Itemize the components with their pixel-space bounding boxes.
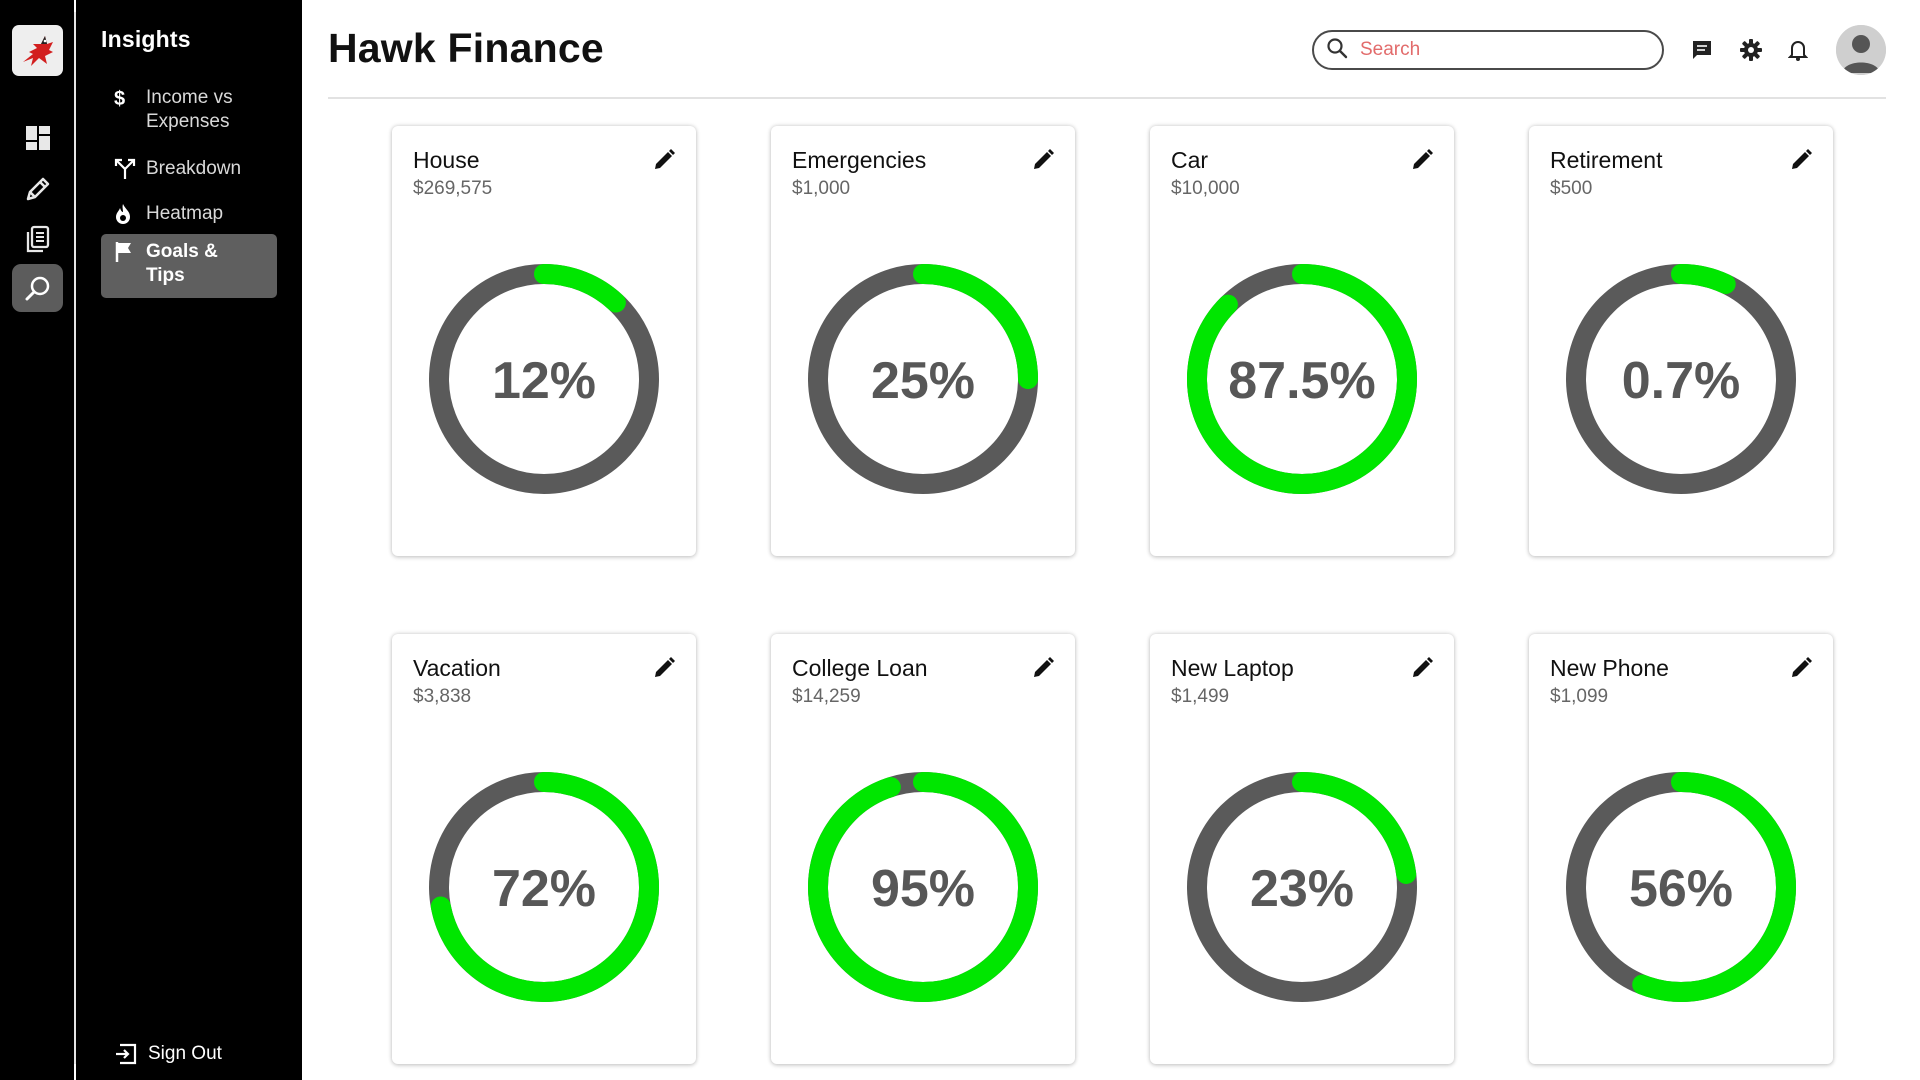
pencil-icon[interactable] bbox=[12, 165, 63, 213]
pencil-edit-icon bbox=[655, 149, 675, 169]
sidebar-item-heatmap[interactable]: Heatmap bbox=[101, 196, 277, 232]
documents-icon[interactable] bbox=[12, 215, 63, 263]
gear-icon[interactable] bbox=[1737, 36, 1765, 64]
pencil-edit-icon bbox=[1413, 657, 1433, 677]
sign-out-label: Sign Out bbox=[148, 1043, 222, 1064]
goal-percent: 95% bbox=[870, 860, 976, 918]
edit-goal-button[interactable] bbox=[1410, 148, 1434, 172]
pencil-edit-icon bbox=[1413, 149, 1433, 169]
goal-name: New Laptop bbox=[1171, 655, 1294, 681]
goal-card[interactable]: New Phone $1,099 56% bbox=[1529, 634, 1833, 1064]
search-bar[interactable] bbox=[1312, 30, 1664, 70]
sidebar-item-label: Income vs Expenses bbox=[146, 87, 233, 132]
pencil-edit-icon bbox=[1792, 657, 1812, 677]
edit-goal-button[interactable] bbox=[1031, 656, 1055, 680]
goal-percent: 0.7% bbox=[1621, 352, 1741, 410]
sidebar-item-label: Goals & Tips bbox=[146, 241, 218, 286]
goal-percent: 72% bbox=[491, 860, 597, 918]
page-title: Hawk Finance bbox=[328, 25, 604, 71]
goal-card[interactable]: Car $10,000 87.5% bbox=[1150, 126, 1454, 556]
goal-name: New Phone bbox=[1550, 655, 1669, 681]
user-avatar-icon[interactable] bbox=[1836, 25, 1886, 75]
goal-amount: $269,575 bbox=[413, 178, 493, 199]
goal-card[interactable]: Emergencies $1,000 25% bbox=[771, 126, 1075, 556]
goal-name: Emergencies bbox=[792, 147, 927, 173]
split-arrows-icon bbox=[114, 157, 140, 181]
search-icon bbox=[1326, 37, 1348, 64]
goal-amount: $3,838 bbox=[413, 686, 472, 707]
goal-amount: $1,499 bbox=[1171, 686, 1230, 707]
sidebar-item-label: Heatmap bbox=[146, 203, 224, 224]
edit-goal-button[interactable] bbox=[1789, 148, 1813, 172]
goal-percent: 23% bbox=[1249, 860, 1355, 918]
search-insights-icon[interactable] bbox=[12, 264, 63, 312]
header-divider bbox=[328, 97, 1886, 99]
goal-name: Vacation bbox=[413, 655, 501, 681]
sidebar-item-income-vs-expenses[interactable]: $ Income vs Expenses bbox=[101, 80, 277, 140]
goal-percent: 56% bbox=[1628, 860, 1734, 918]
pencil-edit-icon bbox=[1792, 149, 1812, 169]
goal-card[interactable]: House $269,575 12% bbox=[392, 126, 696, 556]
icon-rail bbox=[0, 0, 74, 1080]
goal-percent: 25% bbox=[870, 352, 976, 410]
goal-percent: 12% bbox=[491, 352, 597, 410]
svg-text:$: $ bbox=[114, 88, 125, 109]
chat-icon[interactable] bbox=[1688, 36, 1716, 64]
sidebar-item-label: Breakdown bbox=[146, 158, 242, 179]
goal-percent: 87.5% bbox=[1228, 352, 1376, 410]
pencil-edit-icon bbox=[1034, 657, 1054, 677]
goal-name: Car bbox=[1171, 147, 1209, 173]
goal-amount: $1,000 bbox=[792, 178, 851, 199]
goal-card[interactable]: Retirement $500 0.7% bbox=[1529, 126, 1833, 556]
edit-goal-button[interactable] bbox=[652, 656, 676, 680]
flame-icon bbox=[114, 202, 140, 226]
goal-amount: $1,099 bbox=[1550, 686, 1609, 707]
goal-name: House bbox=[413, 147, 480, 173]
search-input[interactable] bbox=[1360, 39, 1640, 61]
goal-name: Retirement bbox=[1550, 147, 1663, 173]
pencil-edit-icon bbox=[1034, 149, 1054, 169]
goal-amount: $14,259 bbox=[792, 686, 861, 707]
flag-icon bbox=[114, 240, 140, 264]
hawk-logo-icon[interactable] bbox=[12, 25, 63, 76]
dashboard-icon[interactable] bbox=[12, 114, 63, 162]
pencil-edit-icon bbox=[655, 657, 675, 677]
sidebar-item-goals-tips[interactable]: Goals & Tips bbox=[101, 234, 277, 298]
edit-goal-button[interactable] bbox=[1789, 656, 1813, 680]
goal-card[interactable]: Vacation $3,838 72% bbox=[392, 634, 696, 1064]
goal-card[interactable]: New Laptop $1,499 23% bbox=[1150, 634, 1454, 1064]
edit-goal-button[interactable] bbox=[652, 148, 676, 172]
sign-out-icon bbox=[114, 1042, 148, 1066]
sidebar: Insights $ Income vs Expenses Breakdown bbox=[76, 0, 302, 1080]
goal-name: College Loan bbox=[792, 655, 928, 681]
sidebar-title: Insights bbox=[101, 26, 191, 52]
edit-goal-button[interactable] bbox=[1031, 148, 1055, 172]
goal-amount: $500 bbox=[1550, 178, 1593, 199]
sign-out-button[interactable]: Sign Out bbox=[114, 1042, 222, 1066]
sidebar-item-breakdown[interactable]: Breakdown bbox=[101, 151, 277, 187]
edit-goal-button[interactable] bbox=[1410, 656, 1434, 680]
goal-card[interactable]: College Loan $14,259 95% bbox=[771, 634, 1075, 1064]
bell-icon[interactable] bbox=[1784, 36, 1812, 64]
goal-amount: $10,000 bbox=[1171, 178, 1240, 199]
dollar-icon: $ bbox=[114, 86, 140, 110]
